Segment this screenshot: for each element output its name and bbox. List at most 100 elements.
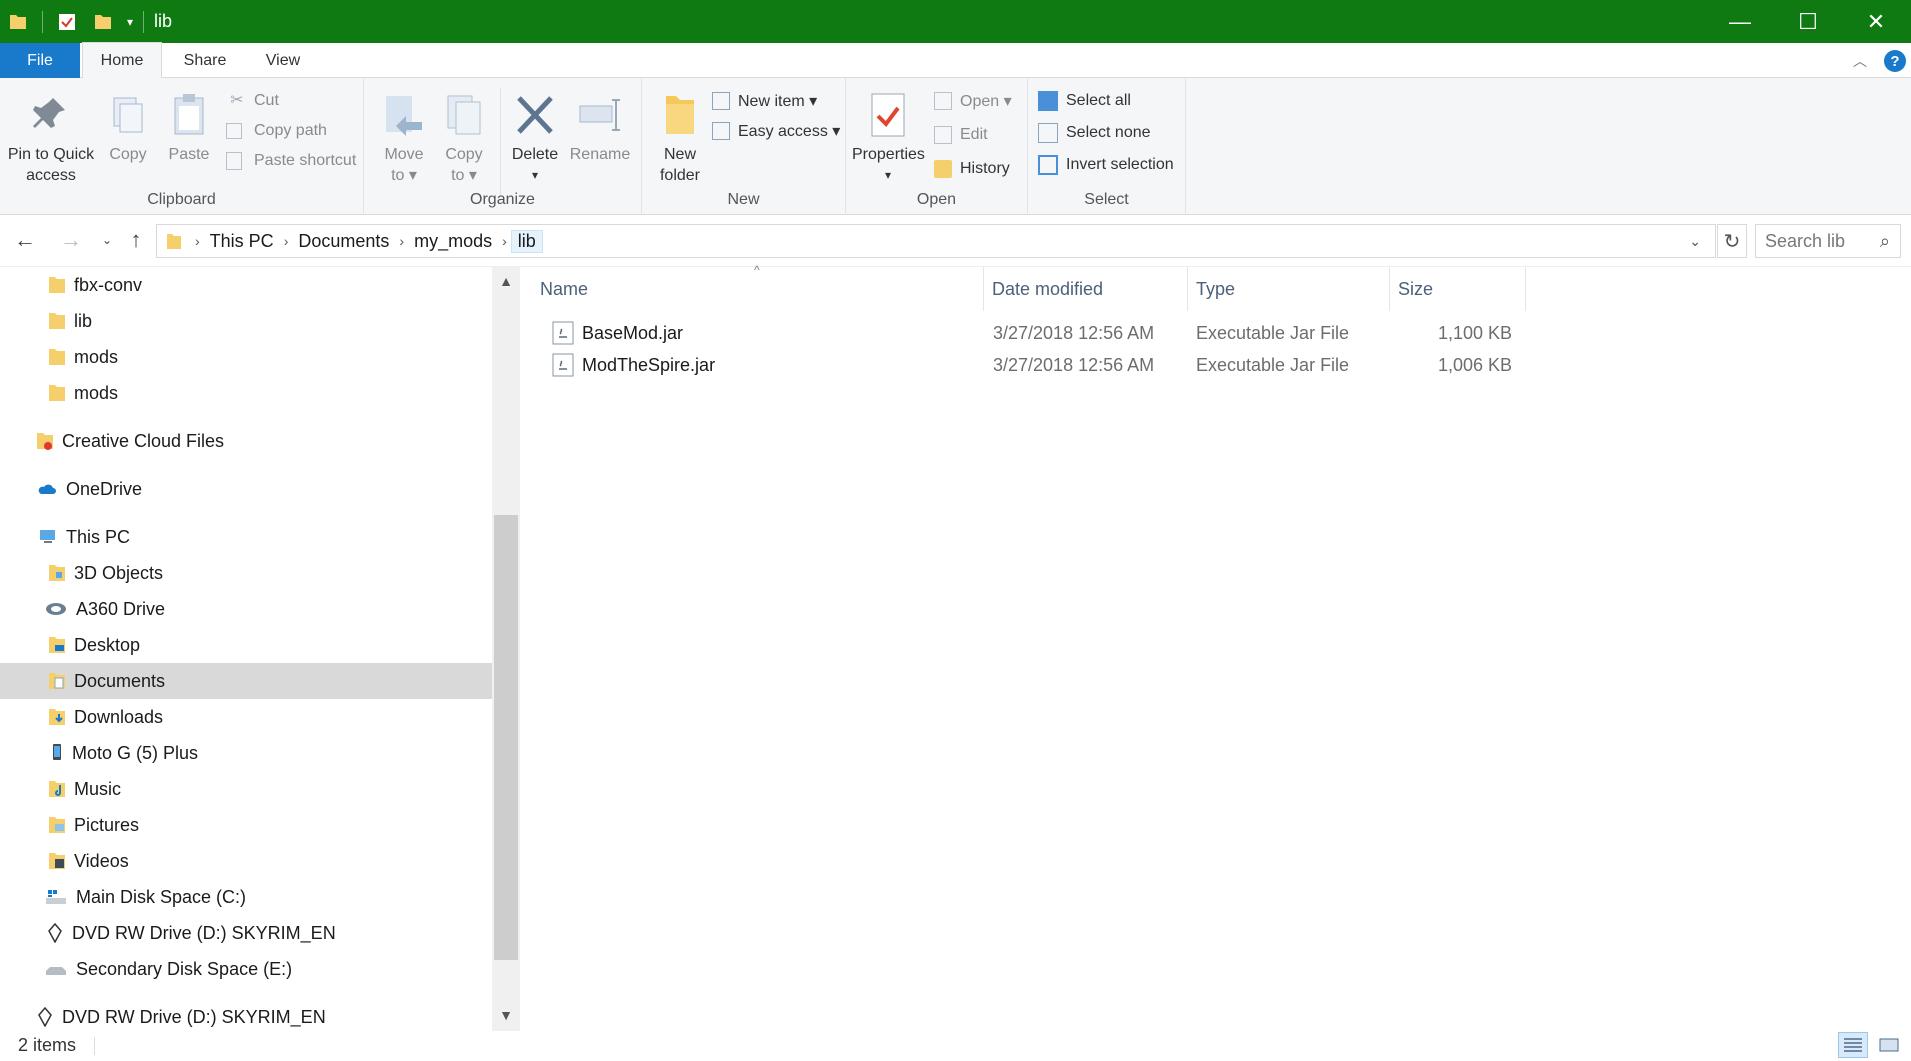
large-icons-view-icon[interactable]: [1874, 1032, 1904, 1058]
nav-item-dvd-drive-d[interactable]: DVD RW Drive (D:) SKYRIM_EN: [0, 915, 492, 951]
breadcrumb-this-pc[interactable]: This PC: [204, 231, 280, 252]
search-input[interactable]: Search lib: [1765, 231, 1845, 252]
nav-item-music[interactable]: Music: [0, 771, 492, 807]
skyrim-dvd-icon: [48, 923, 62, 943]
nav-item-mods[interactable]: mods: [0, 339, 492, 375]
jar-file-icon: [552, 321, 574, 345]
customize-quick-access-icon[interactable]: ▾: [127, 15, 133, 29]
copy-path-button[interactable]: Copy path: [226, 118, 327, 144]
folder-icon: [10, 14, 26, 29]
new-folder-quick-icon[interactable]: [93, 12, 113, 32]
new-item-button[interactable]: New item ▾: [712, 88, 817, 114]
scroll-down-icon[interactable]: ▼: [494, 1007, 518, 1023]
nav-item-creative-cloud-files[interactable]: Creative Cloud Files: [0, 423, 492, 459]
nav-item-fbx-conv[interactable]: fbx-conv: [0, 267, 492, 303]
nav-item-main-disk-c[interactable]: Main Disk Space (C:): [0, 879, 492, 915]
pin-quick-access-button[interactable]: Pin to Quick access: [4, 92, 98, 186]
invert-selection-icon: [1038, 155, 1058, 175]
up-arrow-icon[interactable]: ↑: [121, 225, 151, 255]
nav-item-this-pc[interactable]: This PC: [0, 519, 492, 555]
forward-arrow-icon[interactable]: →: [56, 225, 86, 255]
scissors-icon: ✂: [230, 92, 244, 109]
nav-item-a360-drive[interactable]: A360 Drive: [0, 591, 492, 627]
table-row[interactable]: ModTheSpire.jar 3/27/2018 12:56 AM Execu…: [532, 349, 1532, 381]
edit-button[interactable]: Edit: [934, 122, 988, 148]
search-box[interactable]: Search lib ⌕: [1755, 224, 1901, 258]
nav-item-downloads[interactable]: Downloads: [0, 699, 492, 735]
group-label-clipboard: Clipboard: [147, 191, 216, 208]
breadcrumb-lib[interactable]: lib: [510, 229, 543, 253]
file-date: 3/27/2018 12:56 AM: [993, 354, 1155, 375]
tab-share[interactable]: Share: [170, 43, 240, 78]
videos-folder-icon: [49, 853, 65, 869]
invert-selection-button[interactable]: Invert selection: [1038, 152, 1174, 178]
folder-icon: [49, 349, 65, 365]
file-size: 1,006 KB: [1437, 354, 1512, 375]
tab-file[interactable]: File: [0, 43, 80, 78]
phone-icon: [53, 744, 61, 760]
folder-icon: [49, 385, 65, 401]
new-folder-button[interactable]: New folder: [650, 92, 710, 186]
file-name: ModTheSpire.jar: [582, 354, 716, 375]
move-to-icon: [386, 96, 422, 136]
easy-access-button[interactable]: Easy access ▾: [712, 118, 840, 144]
nav-item-secondary-disk-e[interactable]: Secondary Disk Space (E:): [0, 951, 492, 987]
help-icon[interactable]: ?: [1884, 50, 1906, 72]
new-item-icon: [712, 92, 730, 110]
paste-button[interactable]: Paste: [164, 92, 214, 165]
nav-item-videos[interactable]: Videos: [0, 843, 492, 879]
column-header-date-modified[interactable]: Date modified: [984, 267, 1188, 311]
back-arrow-icon[interactable]: ←: [10, 225, 40, 255]
tab-view[interactable]: View: [248, 43, 318, 78]
open-button[interactable]: Open ▾: [934, 88, 1012, 114]
navigation-pane: fbx-conv lib mods mods Creative Cloud Fi…: [0, 267, 520, 1031]
properties-quick-icon[interactable]: [57, 12, 77, 32]
copy-to-button[interactable]: Copy to ▾: [438, 92, 490, 186]
breadcrumb-separator-icon: ›: [399, 233, 405, 249]
delete-button[interactable]: Delete ▾: [506, 92, 564, 186]
nav-item-onedrive[interactable]: OneDrive: [0, 471, 492, 507]
copy-button[interactable]: Copy: [104, 92, 152, 165]
copy-icon: [113, 97, 143, 133]
open-group: Properties ▾ Open ▾ Edit History Open: [846, 78, 1028, 215]
nav-item-desktop[interactable]: Desktop: [0, 627, 492, 663]
select-none-button[interactable]: Select none: [1038, 120, 1151, 146]
column-header-size[interactable]: Size: [1390, 267, 1526, 311]
maximize-button[interactable]: ☐: [1773, 0, 1843, 43]
breadcrumb-my-mods[interactable]: my_mods: [408, 231, 498, 252]
tab-home[interactable]: Home: [82, 42, 162, 78]
details-view-icon[interactable]: [1838, 1032, 1868, 1058]
drive-icon: [46, 967, 66, 975]
jar-file-icon: [552, 353, 574, 377]
nav-item-documents[interactable]: Documents: [0, 663, 492, 699]
move-to-button[interactable]: Move to ▾: [378, 92, 430, 186]
nav-item-lib[interactable]: lib: [0, 303, 492, 339]
address-dropdown-icon[interactable]: ⌄: [1689, 233, 1701, 250]
history-button[interactable]: History: [934, 156, 1010, 182]
properties-button[interactable]: Properties ▾: [852, 92, 925, 186]
file-date: 3/27/2018 12:56 AM: [993, 322, 1155, 343]
column-header-type[interactable]: Type: [1188, 267, 1390, 311]
nav-item-3d-objects[interactable]: 3D Objects: [0, 555, 492, 591]
refresh-icon[interactable]: ↻: [1717, 224, 1747, 258]
table-row[interactable]: BaseMod.jar 3/27/2018 12:56 AM Executabl…: [532, 317, 1532, 349]
rename-button[interactable]: Rename: [568, 92, 632, 165]
close-button[interactable]: ✕: [1841, 0, 1911, 43]
breadcrumb-documents[interactable]: Documents: [292, 231, 395, 252]
nav-item-dvd-drive-d-root[interactable]: DVD RW Drive (D:) SKYRIM_EN: [0, 999, 492, 1035]
file-type: Executable Jar File: [1196, 322, 1350, 343]
nav-item-moto-g5-plus[interactable]: Moto G (5) Plus: [0, 735, 492, 771]
cut-button[interactable]: ✂ Cut: [226, 88, 279, 114]
nav-scrollbar-thumb[interactable]: [494, 515, 518, 960]
paste-shortcut-button[interactable]: Paste shortcut: [226, 148, 356, 174]
scroll-up-icon[interactable]: ▲: [494, 273, 518, 289]
address-bar[interactable]: › This PC › Documents › my_mods › lib ⌄: [156, 224, 1716, 258]
minimize-button[interactable]: —: [1705, 0, 1775, 43]
nav-item-mods[interactable]: mods: [0, 375, 492, 411]
nav-item-pictures[interactable]: Pictures: [0, 807, 492, 843]
recent-locations-chevron-icon[interactable]: ⌄: [92, 225, 122, 255]
column-header-name[interactable]: Name: [532, 267, 984, 311]
select-none-icon: [1038, 123, 1058, 143]
select-all-button[interactable]: Select all: [1038, 88, 1131, 114]
collapse-ribbon-icon[interactable]: ︿: [1853, 51, 1867, 71]
